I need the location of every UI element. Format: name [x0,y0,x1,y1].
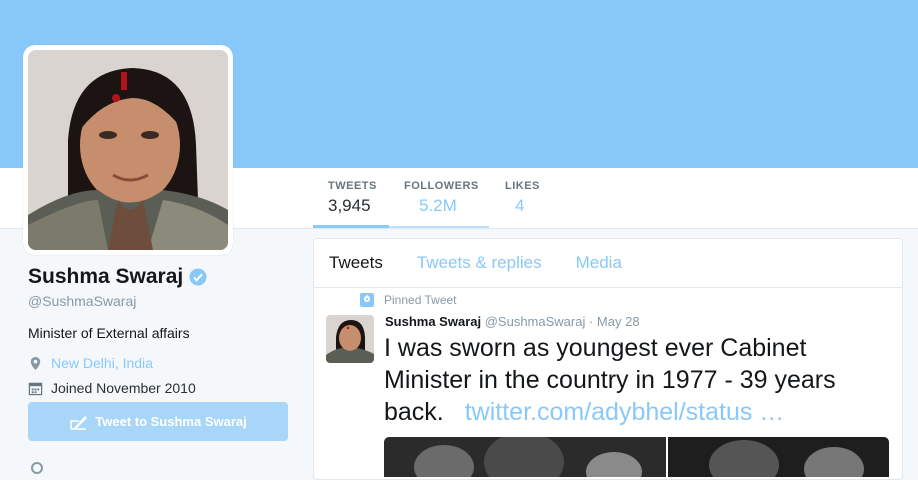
compose-tweet-icon [70,415,88,430]
stat-value: 4 [515,196,525,215]
stat-label: LIKES [505,180,540,192]
stat-likes[interactable]: LIKES 4 [505,180,540,216]
pin-icon [360,293,374,307]
tweet-avatar-photo [326,315,374,363]
tweet-author[interactable]: Sushma Swaraj [385,314,481,329]
tweet-link[interactable]: twitter.com/adybhel/status … [465,398,785,426]
verified-badge-icon [189,268,207,286]
stat-label: FOLLOWERS [404,180,479,192]
stat-value: 3,945 [328,196,371,215]
avatar-photo [28,50,228,250]
tweet-avatar[interactable] [326,315,374,363]
tweet-media[interactable] [384,437,889,477]
profile-avatar[interactable] [23,45,233,255]
pinned-indicator: Pinned Tweet [360,293,457,307]
tweet-header: Sushma Swaraj @SushmaSwaraj · May 28 [385,314,640,329]
timeline-tabs: Tweets Tweets & replies Media [314,239,902,288]
profile-joined: Joined November 2010 [28,380,298,396]
profile-bio: Minister of External affairs [28,325,190,341]
profile-name[interactable]: Sushma Swaraj [28,265,298,289]
timeline-panel: Tweets Tweets & replies Media Pinned Twe… [313,238,903,480]
profile-card: Sushma Swaraj @SushmaSwaraj Minister of … [28,265,298,396]
tweet-text: I was sworn as youngest ever Cabinet Min… [384,332,884,428]
tab-tweets[interactable]: Tweets [329,253,383,273]
tab-tweets-replies[interactable]: Tweets & replies [417,253,542,273]
joined-date: Joined November 2010 [51,380,196,396]
stat-value: 5.2M [419,196,457,215]
tweet-date[interactable]: · May 28 [589,314,640,329]
stat-followers[interactable]: FOLLOWERS 5.2M [404,180,479,216]
stat-label: TWEETS [328,180,377,192]
more-indicator-icon [31,462,43,474]
tab-media[interactable]: Media [576,253,622,273]
location-link[interactable]: New Delhi, India [51,355,153,371]
profile-location: New Delhi, India [28,355,298,371]
tweet-to-button-label: Tweet to Sushma Swaraj [95,414,247,429]
tweet-handle[interactable]: @SushmaSwaraj [485,314,586,329]
location-pin-icon [30,356,41,370]
calendar-icon [28,382,43,395]
active-stat-indicator [313,225,389,228]
stat-hover-indicator [389,226,489,228]
profile-handle[interactable]: @SushmaSwaraj [28,293,298,309]
tweet-to-button[interactable]: Tweet to Sushma Swaraj [28,402,288,441]
profile-name-text: Sushma Swaraj [28,265,184,288]
pinned-label: Pinned Tweet [384,293,457,307]
stat-tweets[interactable]: TWEETS 3,945 [328,180,377,216]
tweet-media-photo [384,437,889,477]
